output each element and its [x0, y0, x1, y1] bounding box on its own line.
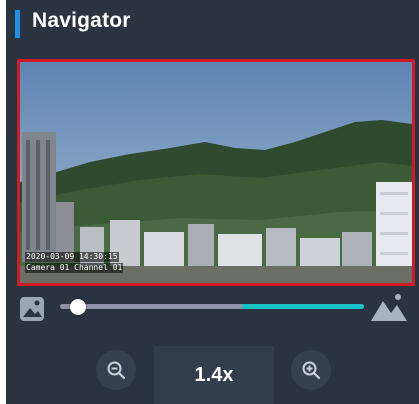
panel-title: Navigator [32, 9, 131, 32]
preview-timestamp-overlay: 2020-03-09 14:30:15 [25, 252, 119, 262]
zoom-level-display: 1.4x [154, 346, 274, 404]
zoom-in-icon [302, 361, 321, 380]
zoom-out-button[interactable] [96, 350, 136, 390]
header-accent-bar [15, 10, 20, 38]
zoom-out-icon [107, 361, 126, 380]
preview-image [20, 62, 412, 283]
zoom-in-button[interactable] [291, 350, 331, 390]
zoom-slider[interactable] [60, 298, 364, 315]
navigator-header: Navigator [6, 0, 419, 50]
preview-camera-overlay: Camera 01 Channel 01 [25, 263, 124, 273]
zoom-slider-row [6, 288, 419, 328]
navigator-panel: Navigator 2020-03-09 14:30:15 Camera 01 … [6, 0, 419, 404]
zoom-slider-thumb[interactable] [70, 298, 87, 315]
zoom-slider-fill [242, 304, 364, 309]
navigator-preview[interactable]: 2020-03-09 14:30:15 Camera 01 Channel 01 [17, 59, 415, 286]
large-image-icon [371, 293, 407, 321]
zoom-controls: 1.4x [6, 335, 419, 404]
small-image-icon [19, 296, 45, 322]
